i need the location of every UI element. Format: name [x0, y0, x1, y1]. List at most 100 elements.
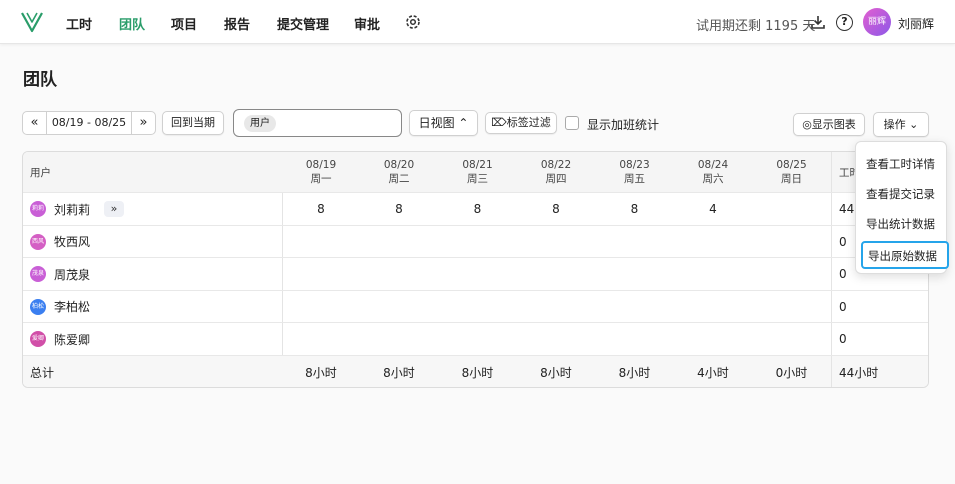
hours-cell [438, 226, 517, 257]
view-select[interactable]: 日视图 ⌃ [409, 110, 478, 136]
hours-cell: 8 [473, 202, 482, 216]
hours-cell: 8 [395, 202, 403, 216]
user-cell: 爱卿 陈爱卿 [23, 323, 282, 355]
hours-cell [517, 258, 595, 290]
nav-item-submissions[interactable]: 提交管理 [277, 14, 329, 33]
hours-cell [595, 291, 674, 322]
menu-item-export-raw-data[interactable]: 导出原始数据 [861, 241, 949, 269]
day-total: 0小时 [775, 366, 808, 380]
menu-item-view-submission-records[interactable]: 查看提交记录 [866, 186, 935, 202]
day-total: 8小时 [618, 366, 651, 380]
hours-cell [360, 291, 438, 322]
hours-cell [674, 291, 752, 322]
user-cell: 柏松 李柏松 [23, 291, 282, 322]
user-cell: 茂泉 周茂泉 [23, 258, 282, 290]
current-period-button[interactable]: 回到当期 [162, 111, 224, 135]
menu-item-view-hours-detail[interactable]: 查看工时详情 [866, 156, 935, 172]
top-navbar: 工时 团队 项目 报告 提交管理 审批 试用期还剩 1195 天 ? 丽辉 刘丽… [0, 0, 955, 44]
prev-period-button[interactable]: « [23, 112, 47, 134]
actions-dropdown-button[interactable]: 操作 ⌄ [873, 112, 929, 137]
menu-item-export-statistics[interactable]: 导出统计数据 [866, 216, 935, 232]
help-icon[interactable]: ? [836, 14, 853, 31]
hours-cell [282, 323, 360, 355]
next-period-button[interactable]: » [131, 112, 155, 134]
hours-cell [752, 258, 831, 290]
day-header: 08/22 周四 [540, 159, 572, 185]
day-header: 08/20 周二 [383, 159, 415, 185]
actions-dropdown-menu: 查看工时详情 查看提交记录 导出统计数据 导出原始数据 [855, 141, 949, 274]
day-total: 4小时 [697, 366, 729, 380]
user-name[interactable]: 陈爱卿 [54, 331, 90, 348]
chevron-down-icon: ⌄ [909, 118, 919, 131]
user-cell: 西风 牧西风 [23, 226, 282, 257]
eye-icon: ◎ [802, 118, 812, 131]
tag-filter-label: 标签过滤 [506, 116, 551, 129]
user-name[interactable]: 刘莉莉 [54, 201, 90, 218]
user-name[interactable]: 周茂泉 [54, 266, 90, 283]
hours-cell [674, 226, 752, 257]
user-filter-tag[interactable]: 用户 [244, 115, 276, 132]
user-avatar-icon: 茂泉 [30, 266, 46, 282]
user-cell: 莉莉 刘莉莉 » [23, 193, 282, 225]
show-chart-label: 显示图表 [811, 118, 856, 131]
day-header: 08/24 周六 [697, 159, 729, 185]
hours-cell [595, 226, 674, 257]
hours-cell [752, 291, 831, 322]
table-row: 西风 牧西风 0 [23, 226, 928, 258]
user-name[interactable]: 李柏松 [54, 298, 90, 315]
app-logo-icon[interactable] [20, 11, 44, 33]
expand-row-button[interactable]: » [104, 201, 125, 217]
user-avatar[interactable]: 丽辉 [863, 8, 891, 36]
total-label: 总计 [30, 366, 55, 380]
day-header: 08/21 周三 [462, 159, 493, 185]
hours-cell [438, 291, 517, 322]
hours-cell [674, 323, 752, 355]
hours-cell [360, 258, 438, 290]
user-name[interactable]: 牧西风 [54, 233, 90, 250]
date-range-picker: « 08/19 - 08/25 » [22, 111, 156, 135]
hours-cell: 8 [317, 202, 325, 216]
hours-cell [517, 323, 595, 355]
hours-cell: 8 [630, 202, 639, 216]
hours-cell [595, 258, 674, 290]
user-name[interactable]: 刘丽辉 [898, 15, 934, 32]
nav-item-approvals[interactable]: 审批 [354, 14, 380, 33]
day-total: 8小时 [305, 366, 337, 380]
day-header: 08/19 周一 [305, 159, 337, 185]
hours-cell [674, 258, 752, 290]
user-total-hours: 0 [831, 291, 928, 322]
nav-item-projects[interactable]: 项目 [171, 14, 197, 33]
table-row: 柏松 李柏松 0 [23, 291, 928, 323]
nav-item-reports[interactable]: 报告 [224, 14, 250, 33]
date-range-text[interactable]: 08/19 - 08/25 [47, 112, 131, 134]
hours-cell [360, 226, 438, 257]
page-title: 团队 [23, 70, 57, 90]
user-avatar-icon: 柏松 [30, 298, 46, 315]
show-chart-button[interactable]: ◎显示图表 [793, 113, 865, 136]
hours-cell: 4 [709, 202, 717, 216]
table-row: 莉莉 刘莉莉» 8 8 8 8 8 4 44 [23, 193, 928, 226]
hours-cell [517, 226, 595, 257]
nav-item-team[interactable]: 团队 [119, 14, 145, 33]
overtime-checkbox[interactable] [565, 116, 579, 130]
hours-cell [438, 258, 517, 290]
table-header-row: 用户 08/19 周一 08/20 周二 08/21 周三 08/22 周四 08/23… [23, 152, 928, 193]
hours-cell [752, 226, 831, 257]
tag-filter-button[interactable]: ⌦标签过滤 [485, 112, 557, 134]
user-filter-select[interactable]: 用户 [233, 109, 402, 137]
grand-total: 44小时 [831, 356, 928, 387]
day-total: 8小时 [540, 366, 572, 380]
day-total: 8小时 [461, 366, 494, 380]
hours-cell [595, 323, 674, 355]
user-avatar-icon: 莉莉 [30, 201, 46, 217]
table-row: 爱卿 陈爱卿 0 [23, 323, 928, 356]
user-column-header: 用户 [30, 166, 51, 179]
nav-item-timesheet[interactable]: 工时 [66, 14, 92, 33]
gear-icon[interactable] [404, 13, 422, 31]
user-avatar-icon: 西风 [30, 233, 46, 250]
user-total-hours: 0 [831, 323, 928, 355]
download-icon[interactable] [810, 14, 826, 30]
hours-cell [752, 193, 831, 225]
overtime-checkbox-label[interactable]: 显示加班统计 [587, 116, 659, 133]
trial-remaining-text: 试用期还剩 1195 天 [696, 19, 816, 34]
